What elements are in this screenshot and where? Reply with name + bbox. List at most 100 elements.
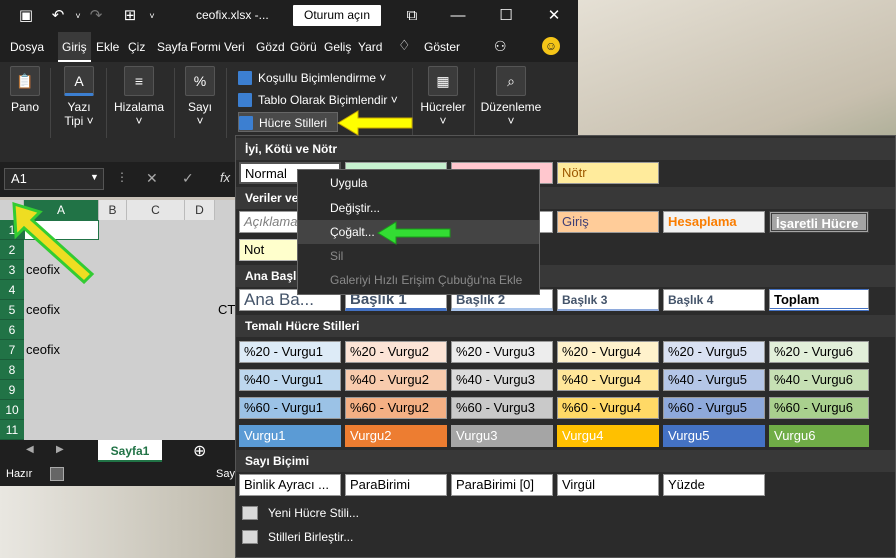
row-header-10[interactable]: 10 — [0, 400, 24, 420]
alignment-dropdown: ˅ — [135, 114, 143, 128]
style-60-accent4[interactable]: %60 - Vurgu4 — [557, 397, 659, 419]
style-40-accent6[interactable]: %40 - Vurgu6 — [769, 369, 869, 391]
style-60-accent5[interactable]: %60 - Vurgu5 — [663, 397, 765, 419]
style-accent6[interactable]: Vurgu6 — [769, 425, 869, 447]
conditional-formatting-button[interactable]: Koşullu Biçimlendirme ˅ — [238, 68, 386, 88]
style-20-accent2[interactable]: %20 - Vurgu2 — [345, 341, 447, 363]
style-accent5[interactable]: Vurgu5 — [663, 425, 765, 447]
editing-group[interactable]: ⌕ Düzenleme ˅ — [480, 66, 542, 128]
name-box-dropdown-icon[interactable]: ▼ — [90, 172, 99, 182]
row-header-9[interactable]: 9 — [0, 380, 24, 400]
tab-formul[interactable]: Formü — [186, 32, 220, 62]
style-60-accent1[interactable]: %60 - Vurgu1 — [239, 397, 341, 419]
style-20-accent3[interactable]: %20 - Vurgu3 — [451, 341, 553, 363]
tab-veri[interactable]: Veri — [220, 32, 249, 62]
minimize-icon[interactable]: — — [448, 6, 468, 26]
style-40-accent1[interactable]: %40 - Vurgu1 — [239, 369, 341, 391]
tab-ciz[interactable]: Çiz — [124, 32, 149, 62]
menu-item-add-to-qat[interactable]: Galeriyi Hızlı Erişim Çubuğu'na Ekle — [298, 268, 539, 292]
style-percent[interactable]: Yüzde — [663, 474, 765, 496]
tab-gozden[interactable]: Gözd — [252, 32, 286, 62]
undo-dropdown-icon[interactable]: ˅ — [68, 6, 88, 26]
lightbulb-icon[interactable]: ♢ — [398, 37, 411, 54]
style-40-accent5[interactable]: %40 - Vurgu5 — [663, 369, 765, 391]
style-40-accent2[interactable]: %40 - Vurgu2 — [345, 369, 447, 391]
style-input[interactable]: Giriş — [557, 211, 659, 233]
close-icon[interactable]: ✕ — [544, 6, 564, 26]
tell-me-button[interactable]: Göster — [420, 32, 464, 62]
insert-function-icon[interactable]: fx — [220, 170, 230, 185]
account-icon[interactable]: ⚇ — [494, 38, 507, 55]
style-40-accent4[interactable]: %40 - Vurgu4 — [557, 369, 659, 391]
cells-group[interactable]: ▦ Hücreler ˅ — [416, 66, 470, 128]
row-header-11[interactable]: 11 — [0, 420, 24, 440]
tab-dosya[interactable]: Dosya — [6, 32, 48, 62]
quick-access-icon[interactable]: ⊞ — [120, 6, 140, 26]
style-20-accent5[interactable]: %20 - Vurgu5 — [663, 341, 765, 363]
column-header-d[interactable]: D — [185, 200, 215, 220]
tab-ekle[interactable]: Ekle — [92, 32, 123, 62]
cancel-icon[interactable]: ✕ — [146, 170, 158, 187]
tab-gorunum[interactable]: Görü — [286, 32, 320, 62]
number-group[interactable]: % Sayı ˅ — [182, 66, 218, 128]
style-currency[interactable]: ParaBirimi — [345, 474, 447, 496]
maximize-icon[interactable]: ☐ — [496, 6, 516, 26]
style-neutral[interactable]: Nötr — [557, 162, 659, 184]
menu-item-apply[interactable]: Uygula — [298, 171, 539, 195]
smiley-feedback-icon[interactable]: ☺ — [542, 37, 560, 55]
column-header-c[interactable]: C — [127, 200, 185, 220]
style-heading-4[interactable]: Başlık 4 — [663, 289, 765, 311]
row-header-5[interactable]: 5 — [0, 300, 24, 320]
cell-d5[interactable]: CT — [218, 300, 235, 320]
format-as-table-button[interactable]: Tablo Olarak Biçimlendir ˅ — [238, 90, 398, 110]
sign-in-button[interactable]: Oturum açın — [293, 5, 381, 26]
enter-icon[interactable]: ✓ — [182, 170, 194, 187]
merge-styles-button[interactable]: Stilleri Birleştir... — [242, 526, 353, 548]
clipboard-group[interactable]: 📋 Pano — [6, 66, 44, 114]
font-group[interactable]: A Yazı Tipi ˅ — [56, 66, 102, 128]
row-header-7[interactable]: 7 — [0, 340, 24, 360]
style-60-accent3[interactable]: %60 - Vurgu3 — [451, 397, 553, 419]
style-calculation[interactable]: Hesaplama — [663, 211, 765, 233]
tab-giris[interactable]: Giriş — [58, 32, 91, 62]
add-sheet-icon[interactable]: ⊕ — [193, 441, 206, 461]
redo-icon[interactable]: ↷ — [86, 6, 106, 26]
style-accent1[interactable]: Vurgu1 — [239, 425, 341, 447]
cell-a5[interactable]: ceofix — [24, 300, 60, 320]
row-header-6[interactable]: 6 — [0, 320, 24, 340]
style-check-cell[interactable]: İşaretli Hücre — [769, 211, 869, 233]
row-header-8[interactable]: 8 — [0, 360, 24, 380]
style-comma[interactable]: Binlik Ayracı ... — [239, 474, 341, 496]
tab-yardim[interactable]: Yard — [354, 32, 386, 62]
alignment-group[interactable]: ≡ Hizalama ˅ — [110, 66, 168, 128]
style-total[interactable]: Toplam — [769, 289, 869, 311]
menu-item-modify[interactable]: Değiştir... — [298, 196, 539, 220]
ribbon-display-icon[interactable]: ⧉ — [402, 6, 422, 26]
sheet-tab-sayfa1[interactable]: Sayfa1 — [98, 440, 162, 462]
style-accent4[interactable]: Vurgu4 — [557, 425, 659, 447]
style-accent2[interactable]: Vurgu2 — [345, 425, 447, 447]
undo-icon[interactable]: ↶ — [48, 6, 68, 26]
new-cell-style-button[interactable]: Yeni Hücre Stili... — [242, 502, 359, 524]
style-heading-3[interactable]: Başlık 3 — [557, 289, 659, 311]
style-60-accent2[interactable]: %60 - Vurgu2 — [345, 397, 447, 419]
style-20-accent4[interactable]: %20 - Vurgu4 — [557, 341, 659, 363]
style-40-accent3[interactable]: %40 - Vurgu3 — [451, 369, 553, 391]
scroll-right-icon[interactable]: ▶ — [56, 444, 64, 455]
cell-a7[interactable]: ceofix — [24, 340, 60, 360]
cell-styles-button[interactable]: Hücre Stilleri ˅ — [238, 112, 338, 150]
style-accent3[interactable]: Vurgu3 — [451, 425, 553, 447]
style-60-accent6[interactable]: %60 - Vurgu6 — [769, 397, 869, 419]
customize-quick-access-icon[interactable]: ˅ — [142, 6, 162, 26]
menu-item-delete[interactable]: Sil — [298, 244, 539, 268]
style-comma-0[interactable]: Virgül — [557, 474, 659, 496]
tab-gelistirici[interactable]: Geliş — [320, 32, 355, 62]
column-header-b[interactable]: B — [99, 200, 127, 220]
accessibility-icon[interactable] — [50, 467, 64, 481]
style-20-accent6[interactable]: %20 - Vurgu6 — [769, 341, 869, 363]
save-icon[interactable]: ▣ — [16, 6, 36, 26]
style-currency-0[interactable]: ParaBirimi [0] — [451, 474, 553, 496]
scroll-left-icon[interactable]: ◀ — [26, 444, 34, 455]
name-box[interactable]: A1 — [4, 168, 104, 190]
style-20-accent1[interactable]: %20 - Vurgu1 — [239, 341, 341, 363]
